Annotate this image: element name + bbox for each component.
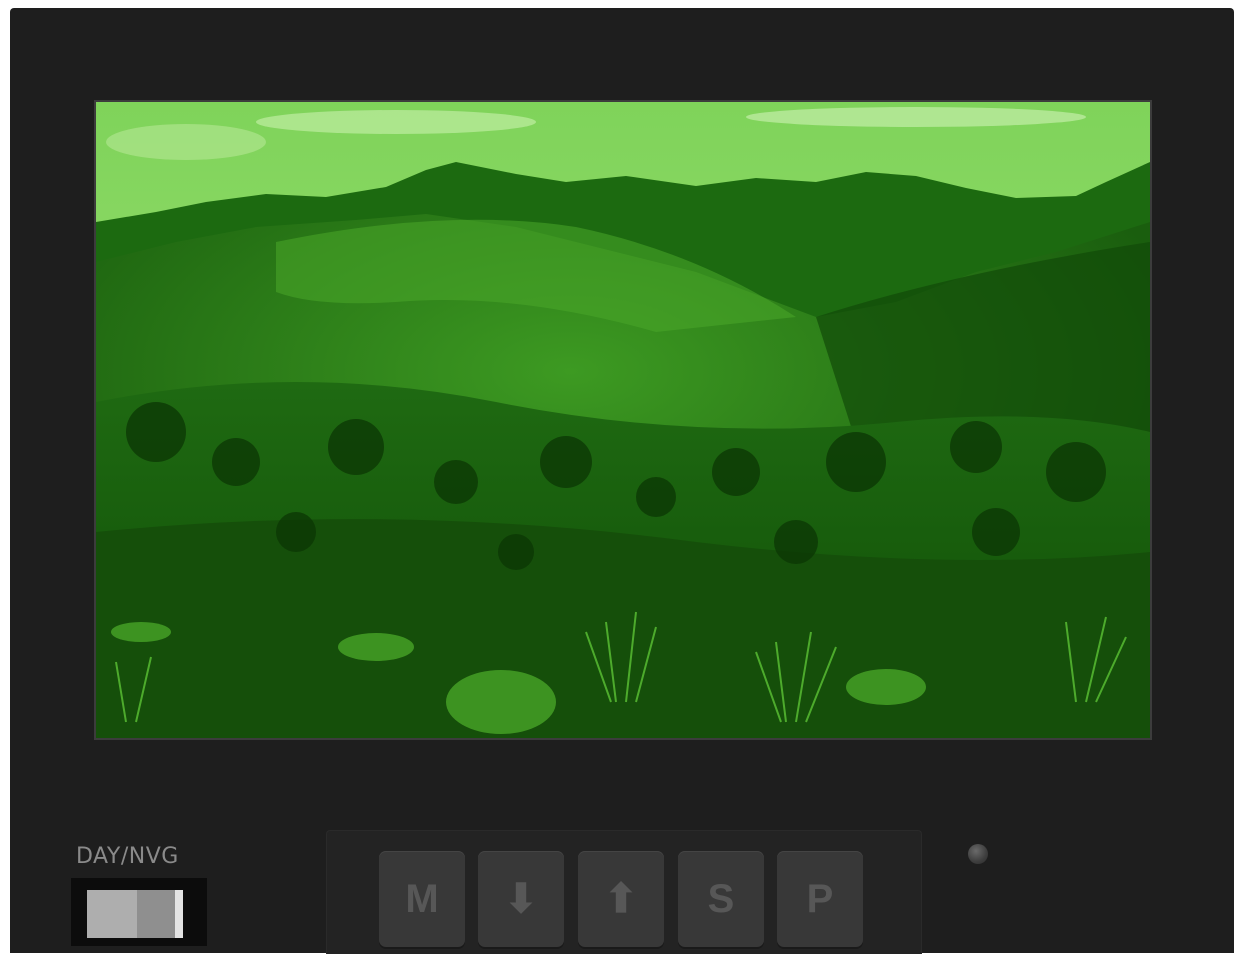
nvg-display-screen	[94, 100, 1152, 740]
menu-key[interactable]: M	[379, 851, 465, 947]
switch-segment-nvg	[137, 890, 175, 938]
night-vision-landscape-image	[96, 102, 1150, 738]
day-nvg-label: DAY/NVG	[76, 844, 179, 869]
day-nvg-switch-housing	[71, 878, 207, 946]
up-arrow-key[interactable]: ⬆	[578, 851, 664, 947]
device-bezel: DAY/NVG M ⬇ ⬆ S P	[10, 8, 1234, 954]
switch-segment-day	[87, 890, 137, 938]
control-keypad: M ⬇ ⬆ S P	[326, 830, 922, 954]
status-led-indicator	[968, 844, 988, 864]
power-key[interactable]: P	[777, 851, 863, 947]
select-key[interactable]: S	[678, 851, 764, 947]
down-arrow-key[interactable]: ⬇	[478, 851, 564, 947]
day-nvg-toggle-switch[interactable]	[87, 890, 183, 938]
switch-highlight	[175, 890, 183, 938]
